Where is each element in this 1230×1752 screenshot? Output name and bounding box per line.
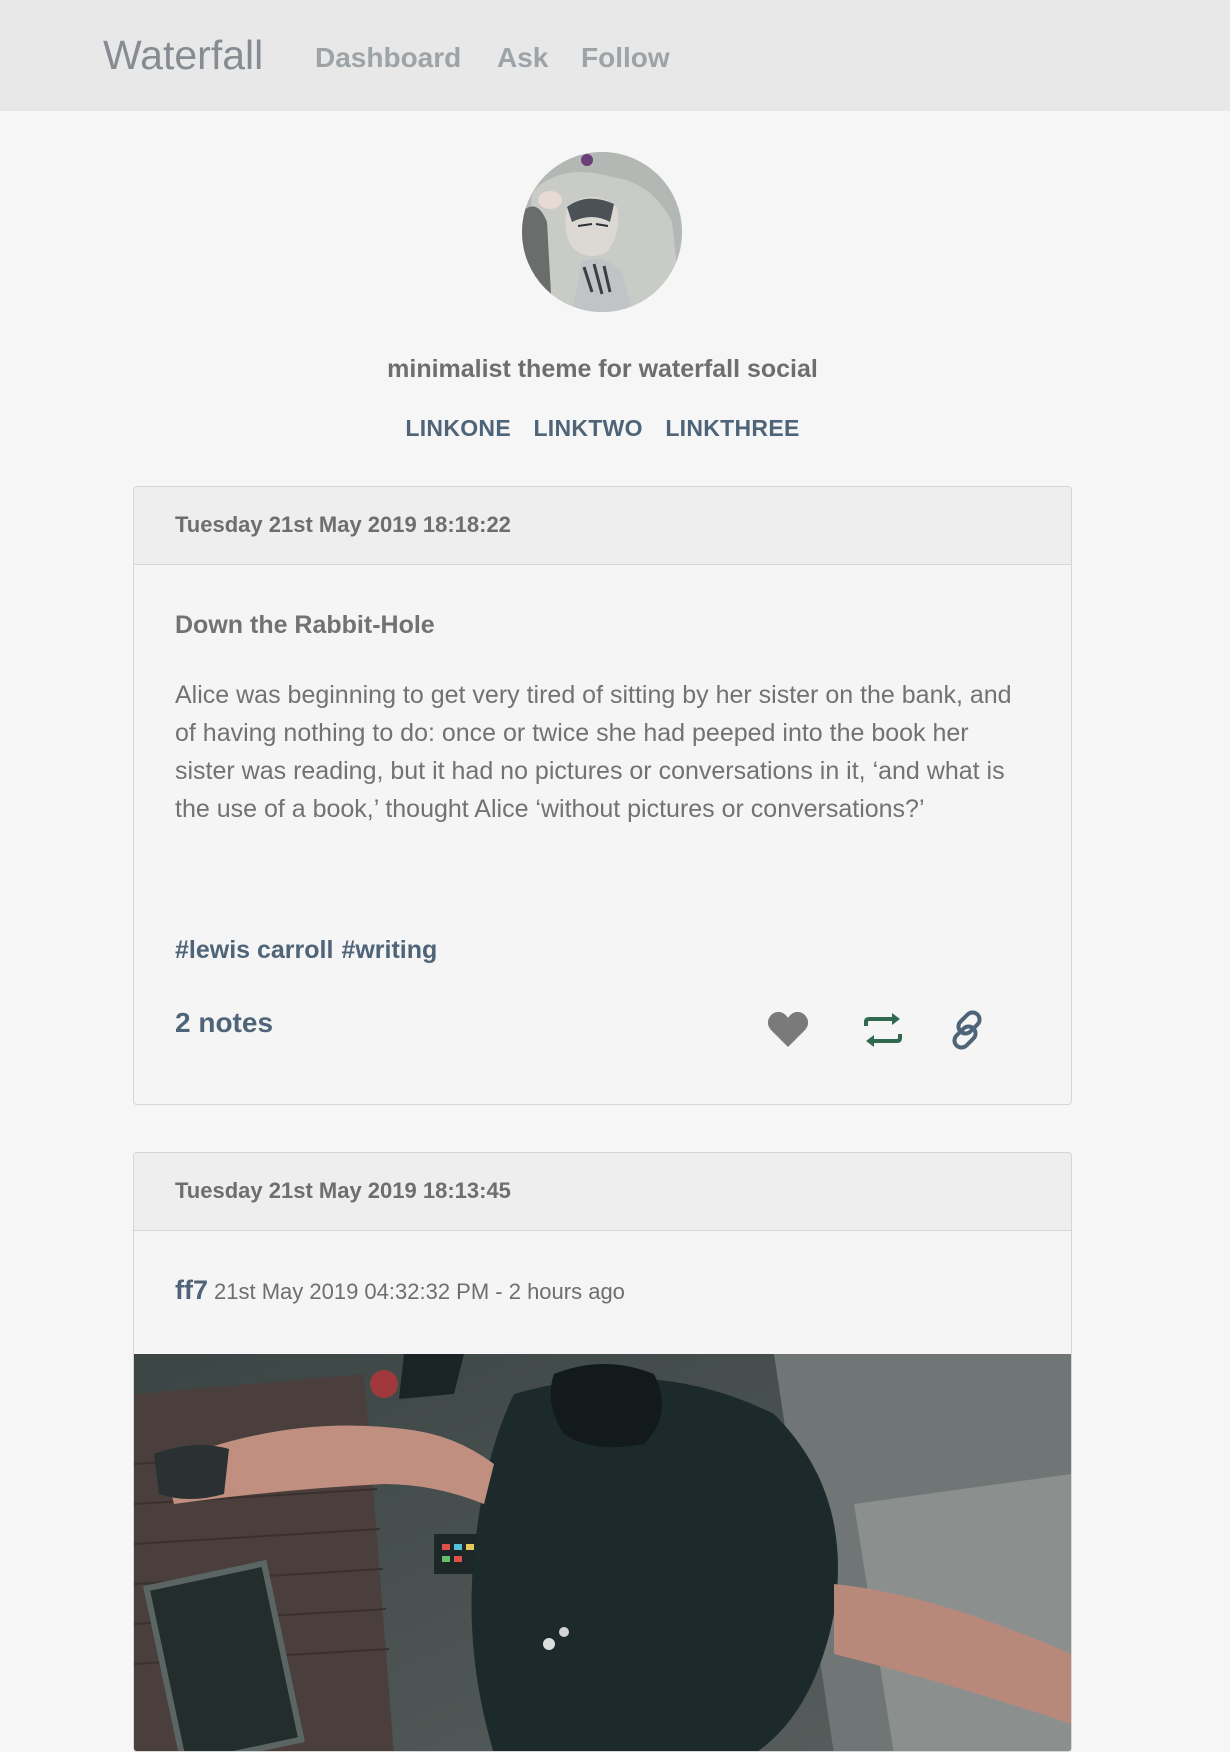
notes-count-link[interactable]: 2 notes: [175, 1007, 273, 1039]
top-nav-bar: Waterfall Dashboard Ask Follow: [0, 0, 1230, 111]
reblog-source: ff7 21st May 2019 04:32:32 PM - 2 hours a…: [175, 1275, 625, 1306]
heart-icon[interactable]: [765, 1007, 811, 1053]
reblog-icon[interactable]: [860, 1007, 906, 1053]
nav-ask-link[interactable]: Ask: [497, 42, 548, 74]
post-timestamp: Tuesday 21st May 2019 18:18:22: [134, 487, 1071, 565]
nav-dashboard-link[interactable]: Dashboard: [315, 42, 461, 74]
avatar-illustration: [522, 152, 682, 312]
profile-links: LINKONE LINKTWO LINKTHREE: [0, 415, 1205, 442]
source-blog-link[interactable]: ff7: [175, 1275, 208, 1305]
source-time: 21st May 2019 04:32:32 PM - 2 hours ago: [214, 1279, 625, 1304]
post-title: Down the Rabbit-Hole: [175, 611, 435, 639]
post-body: Alice was beginning to get very tired of…: [175, 681, 1012, 823]
nav-follow-link[interactable]: Follow: [581, 42, 670, 74]
image-post: Tuesday 21st May 2019 18:13:45 ff7 21st M…: [133, 1152, 1072, 1752]
avatar: [522, 152, 682, 312]
tag-link[interactable]: #lewis carroll: [175, 936, 333, 964]
tag-link[interactable]: #writing: [341, 936, 437, 964]
profile-link-three[interactable]: LINKTHREE: [665, 415, 799, 442]
post-timestamp: Tuesday 21st May 2019 18:13:45: [134, 1153, 1071, 1231]
text-post: Tuesday 21st May 2019 18:18:22 Down the …: [133, 486, 1072, 1105]
brand-logo[interactable]: Waterfall: [103, 32, 263, 79]
profile-link-two[interactable]: LINKTWO: [533, 415, 642, 442]
post-image[interactable]: [134, 1354, 1071, 1751]
profile-link-one[interactable]: LINKONE: [405, 415, 511, 442]
post-tags: #lewis carroll #writing: [175, 936, 445, 965]
blog-tagline: minimalist theme for waterfall social: [387, 355, 818, 383]
action-scene-image: [134, 1354, 1071, 1751]
link-icon[interactable]: [944, 1007, 990, 1053]
